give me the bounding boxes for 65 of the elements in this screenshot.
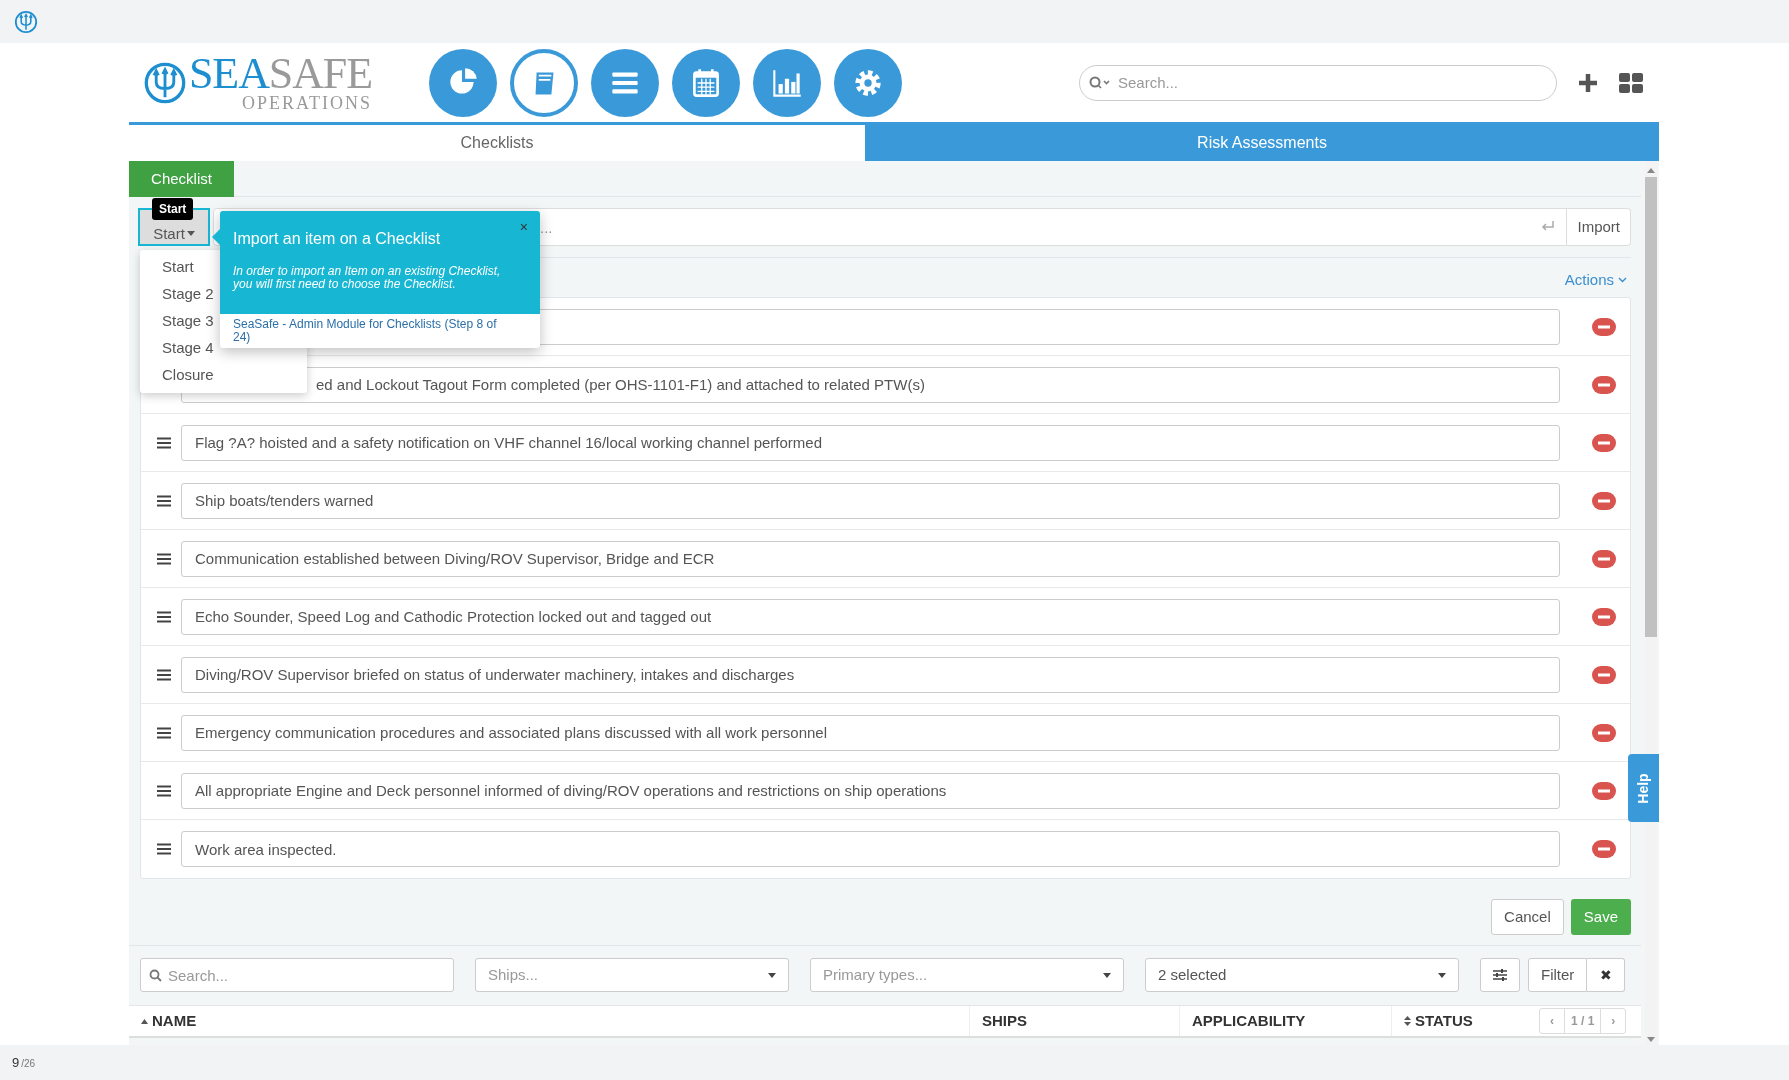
remove-icon[interactable] [1592, 433, 1616, 452]
close-button[interactable]: × [519, 217, 528, 238]
sliders-icon [1493, 969, 1507, 981]
column-header[interactable]: SHIPS [982, 1009, 1027, 1033]
item-text-field[interactable]: Emergency communication procedures and associated plans discussed with all work personnel [181, 714, 1560, 751]
item-text-field[interactable]: Echo Sounder, Speed Log and Cathodic Protection locked out and tagged out [181, 598, 1560, 635]
trident-logo-icon [14, 9, 38, 34]
remove-icon[interactable] [1592, 491, 1616, 510]
item-text-field[interactable]: Communication established between Diving/ROV Supervisor, Bridge and ECR [181, 540, 1560, 577]
caret-icon [1438, 972, 1446, 978]
item-text-field[interactable]: Flag ?A? hoisted and a safety notification on VHF channel 16/local working channel performed [181, 424, 1560, 461]
grid-icon[interactable] [1619, 72, 1643, 93]
popover-text: In order to import an Item on an existing Checklist, you will first need to choose the Checklist. [233, 265, 502, 291]
chevron-down-icon [1618, 277, 1627, 283]
sort-icon[interactable] [1404, 1016, 1411, 1026]
drag-handle-icon[interactable] [157, 494, 171, 507]
drag-handle-icon[interactable] [157, 610, 171, 623]
drag-handle-icon[interactable] [157, 726, 171, 739]
caret-icon [186, 231, 195, 237]
search-field[interactable]: Search... [140, 958, 454, 992]
item-text-field[interactable]: Work area inspected. [181, 831, 1560, 867]
filter-button[interactable]: Filter [1528, 958, 1588, 992]
caret-icon [1103, 972, 1111, 978]
drag-handle-icon[interactable] [157, 436, 171, 449]
scrollbar-thumb[interactable] [1645, 177, 1657, 637]
remove-icon[interactable] [1592, 317, 1616, 336]
remove-icon[interactable] [1592, 375, 1616, 394]
tour-step-link[interactable]: SeaSafe - Admin Module for Checklists (Step 8 of 24) [220, 314, 540, 348]
brand-name: SEASAFE [189, 53, 373, 94]
scroll-up-icon[interactable] [1647, 167, 1655, 173]
clear-filter-button[interactable]: ✖ [1587, 958, 1626, 992]
item-text-field[interactable]: All appropriate Engine and Deck personnel informed of diving/ROV operations and restrictions on ship operations [181, 772, 1560, 809]
import-button[interactable]: Import [1567, 208, 1631, 246]
remove-icon[interactable] [1592, 549, 1616, 568]
item-text-field[interactable]: Ship boats/tenders warned [181, 482, 1560, 519]
remove-icon[interactable] [1592, 840, 1616, 858]
drag-handle-icon[interactable] [157, 668, 171, 681]
column-header[interactable]: STATUS [1415, 1009, 1473, 1033]
remove-icon[interactable] [1592, 723, 1616, 742]
brand-tagline: OPERATIONS [242, 93, 373, 112]
return-icon [1541, 221, 1556, 231]
add-icon[interactable] [1577, 71, 1599, 94]
search-icon [149, 969, 162, 982]
search-field[interactable]: Search... [1079, 64, 1557, 101]
remove-icon[interactable] [1592, 607, 1616, 626]
item-text-field[interactable]: Diving/ROV Supervisor briefed on status of underwater machinery, intakes and discharges [181, 656, 1560, 693]
column-header[interactable]: APPLICABILITY [1192, 1009, 1306, 1033]
drag-handle-icon[interactable] [157, 784, 171, 797]
cancel-button[interactable]: Cancel [1491, 899, 1564, 935]
trident-logo-icon [143, 60, 187, 105]
scroll-down-icon[interactable] [1647, 1037, 1655, 1043]
sliders-button[interactable] [1480, 958, 1520, 992]
search-icon[interactable] [1089, 75, 1111, 90]
remove-icon[interactable] [1592, 665, 1616, 684]
status-dropdown[interactable]: 2 selected [1145, 958, 1459, 992]
page-counter: 9/26 [12, 1053, 36, 1072]
tooltip: Start [152, 198, 194, 220]
page-indicator: 1 / 1 [1564, 1009, 1602, 1033]
remove-icon[interactable] [1592, 781, 1616, 800]
sort-ascending-icon[interactable] [141, 1018, 148, 1024]
column-header[interactable]: NAME [152, 1009, 197, 1033]
caret-icon [768, 972, 776, 978]
drag-handle-icon[interactable] [157, 552, 171, 565]
popover-title: Import an item on a Checklist [233, 229, 442, 249]
drag-handle-icon[interactable] [157, 843, 171, 855]
